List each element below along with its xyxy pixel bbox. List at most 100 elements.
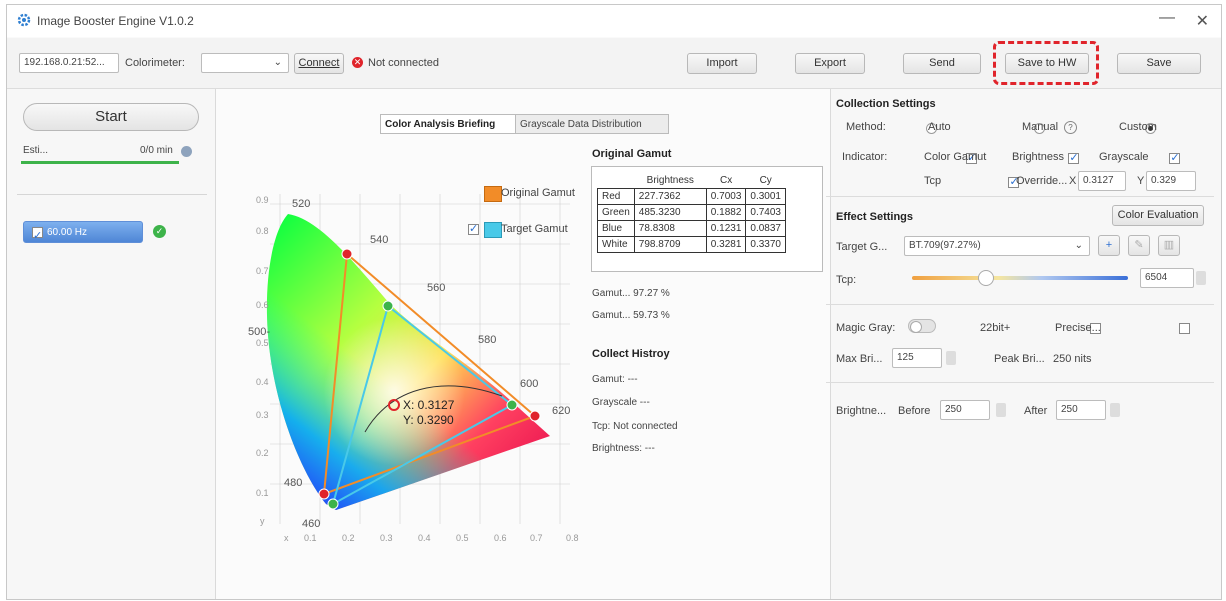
y-coord-input[interactable]: 0.329 [1146,171,1196,191]
magic-gray-toggle[interactable] [908,319,936,333]
collection-settings-title: Collection Settings [836,98,936,110]
x-tick: 0.5 [456,533,469,543]
tcp-value-input[interactable]: 6504 [1140,268,1194,288]
table-header: Cx [719,175,733,186]
white-point-x: X: 0.3127 [403,398,455,412]
before-input[interactable]: 250 [940,400,990,420]
table-cell: Green [597,204,635,221]
colorimeter-select[interactable]: ⌄ [201,53,289,73]
magic-gray-label: Magic Gray: [836,322,896,334]
spectral-white-overlay [266,214,550,510]
override-label: Override... [1016,175,1068,187]
peak-brightness-value: 250 nits [1053,353,1092,365]
tab-grayscale-distribution[interactable]: Grayscale Data Distribution [515,114,669,134]
help-icon[interactable]: ? [1064,121,1077,134]
method-custom-label: Custom [1119,121,1157,133]
max-brightness-spinner[interactable] [946,351,956,365]
x-tick: 0.3 [380,533,393,543]
app-window: Image Booster Engine V1.0.2 — ✕ 192.168.… [6,4,1222,600]
wavelength-460: 460 [302,518,321,530]
start-button[interactable]: Start [23,103,199,131]
toolbar: 192.168.0.21:52... Colorimeter: ⌄ Connec… [7,38,1221,89]
y-tick: 0.7 [256,266,269,276]
table-cell: 0.3370 [745,236,786,253]
collect-history-title: Collect Histroy [592,348,670,360]
target-gamut-select[interactable]: BT.709(97.27%) ⌄ [904,236,1090,256]
wavelength-560: 560 [427,282,446,294]
table-header: Brightness [646,175,694,186]
window-title: Image Booster Engine V1.0.2 [37,14,194,28]
x-coord-label: X [1069,175,1077,187]
collect-tcp: Tcp: Not connected [592,421,678,432]
refresh-rate-label: 60.00 Hz [47,227,88,238]
x-tick: 0.1 [304,533,317,543]
ip-address-field[interactable]: 192.168.0.21:52... [19,53,119,73]
before-spinner[interactable] [996,403,1006,417]
import-button[interactable]: Import [687,53,757,74]
table-cell: 0.3001 [745,188,786,205]
edit-icon[interactable]: ✎ [1128,235,1150,256]
after-input[interactable]: 250 [1056,400,1106,420]
refresh-rate-item[interactable]: 60.00 Hz [23,221,143,247]
target-gamut-checkbox[interactable] [468,222,479,235]
y-tick: 0.1 [256,488,269,498]
precise-checkbox[interactable] [1178,322,1190,334]
wavelength-620: 620 [552,405,571,417]
gamut-title: Original Gamut [592,148,672,160]
tcp-spinner[interactable] [1196,271,1206,285]
y-coord-label: Y [1137,175,1145,187]
after-spinner[interactable] [1110,403,1120,417]
refresh-rate-checkbox[interactable] [32,225,43,247]
color-evaluation-button[interactable]: Color Evaluation [1112,205,1204,226]
y-tick: 0.6 [256,300,269,310]
table-row: Red 227.7362 0.7003 0.3001 [597,188,786,205]
tab-color-analysis[interactable]: Color Analysis Briefing [380,114,516,134]
gamut-coverage-2: Gamut... 59.73 % [592,310,670,321]
22bit-label: 22bit+ [980,322,1011,334]
info-icon [181,146,192,157]
colorimeter-label: Colorimeter: [125,57,185,69]
peak-brightness-label: Peak Bri... [994,353,1045,365]
max-brightness-label: Max Bri... [836,353,883,365]
brightness-checkbox[interactable] [1068,151,1080,164]
connect-button[interactable]: Connect [294,53,344,74]
collect-brightness: Brightness: --- [592,443,655,454]
x-tick: 0.2 [342,533,355,543]
add-icon[interactable]: + [1098,235,1120,256]
gamut-table-box: Brightness Cx Cy Red 227.7362 0.7003 0.3… [591,166,823,272]
connection-status: Not connected [368,57,439,69]
table-row: White 798.8709 0.3281 0.3370 [597,236,786,253]
title-bar: Image Booster Engine V1.0.2 — ✕ [7,5,1221,37]
wavelength-500: 500- [248,326,271,338]
x-tick: 0.4 [418,533,431,543]
tcp-slider-track[interactable] [912,276,1128,280]
table-cell: 0.7403 [745,204,786,221]
grayscale-checkbox[interactable] [1169,151,1181,164]
table-row: Blue 78.8308 0.1231 0.0837 [597,220,786,237]
y-tick: 0.8 [256,226,269,236]
delete-icon[interactable]: ▥ [1158,235,1180,256]
x-tick: x [284,533,289,543]
x-coord-input[interactable]: 0.3127 [1078,171,1126,191]
tcp-indicator-label: Tcp [924,175,942,187]
brightness-adjust-label: Brightne... [836,405,887,417]
original-red-point [341,248,353,260]
target-red-point [506,399,518,411]
target-blue-point [327,498,339,510]
wavelength-540: 540 [370,234,389,246]
estimate-value: 0/0 min [140,145,173,156]
max-brightness-input[interactable]: 125 [892,348,942,368]
save-button[interactable]: Save [1117,53,1201,74]
y-tick: 0.2 [256,448,269,458]
target-gamut-swatch [484,222,502,238]
minimize-button[interactable]: — [1159,9,1175,27]
chromaticity-diagram [266,194,570,524]
close-button[interactable]: ✕ [1196,11,1209,31]
effect-settings-title: Effect Settings [836,211,914,223]
export-button[interactable]: Export [795,53,865,74]
target-gamut-label: Target G... [836,241,888,253]
table-cell: 0.0837 [745,220,786,237]
send-button[interactable]: Send [903,53,981,74]
x-tick: 0.8 [566,533,579,543]
precise-label: Precise... [1055,322,1101,334]
